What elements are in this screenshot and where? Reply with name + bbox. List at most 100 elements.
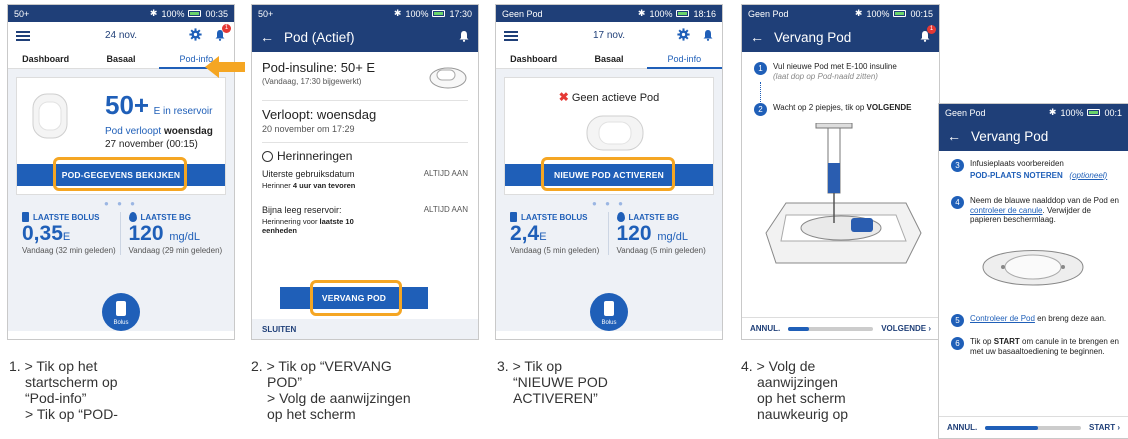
close-button[interactable]: SLUITEN — [252, 319, 478, 339]
caption-line: “NIEUWE POD — [513, 374, 608, 390]
start-label: START — [1089, 423, 1116, 432]
check-pod-link[interactable]: Controleer de Pod — [970, 314, 1035, 323]
status-time: 00:15 — [910, 8, 933, 19]
caption-line: POD” — [267, 374, 302, 390]
bolus-vial-icon — [510, 212, 517, 222]
check-cannula-link[interactable]: controleer de canule — [970, 206, 1043, 215]
tab-pod-info[interactable]: Pod-info — [646, 49, 722, 69]
alarm-clock-icon — [262, 150, 273, 162]
arrow-pointer-icon — [205, 56, 245, 78]
stats-row: LAATSTE BOLUS 2,4E Vandaag (5 min gelede… — [504, 212, 715, 256]
app-bar: ← Pod (Actief) — [252, 22, 478, 52]
next-button[interactable]: VOLGENDE › — [881, 324, 931, 333]
screen-replace-pod-step3: Geen Pod ✱ 100% 00:1 ← Vervang Pod 3 Infus… — [938, 103, 1128, 439]
no-pod-card: ✖ Geen actieve Pod NIEUWE POD ACTIVEREN — [504, 77, 714, 195]
last-bg-value: 120 — [616, 222, 652, 245]
caption-line: op het scherm — [267, 406, 356, 422]
page-title: Vervang Pod — [774, 29, 852, 45]
bolus-button[interactable]: Bolus — [590, 293, 628, 331]
status-left: 50+ — [258, 8, 274, 19]
notification-badge: 1 — [222, 23, 231, 33]
tab-basaal[interactable]: Basaal — [571, 49, 646, 69]
status-left: 50+ — [14, 8, 30, 19]
progress-bar — [985, 425, 1082, 430]
reminders-title: Herinneringen — [277, 149, 353, 163]
note-pod-site-button[interactable]: POD-PLAATS NOTEREN — [970, 171, 1063, 180]
step-number: 6 — [951, 336, 964, 350]
step-subtext: (laat dop op Pod-naald zitten) — [773, 71, 878, 81]
reminder-expiry[interactable]: Uiterste gebruiksdatum ALTIJD AAN Herinn… — [262, 169, 468, 199]
instruction-step-3: 3 Infusieplaats voorbereiden POD-PLAATS N… — [951, 159, 1122, 180]
no-pod-text: Geen actieve Pod — [571, 92, 660, 104]
bell-icon[interactable] — [458, 30, 470, 42]
tab-basaal[interactable]: Basaal — [83, 49, 158, 69]
last-bg-time: Vandaag (29 min geleden) — [128, 246, 223, 255]
bell-icon[interactable]: 1 — [919, 25, 936, 42]
error-x-icon: ✖ — [558, 90, 569, 104]
step-text: Wacht op 2 piepjes, tik op — [773, 103, 865, 113]
step-text: Neem de blauwe naalddop van de Pod en — [970, 196, 1119, 206]
reminder-expiry-sub: Herinner — [262, 181, 291, 190]
cancel-button[interactable]: ANNUL. — [947, 423, 977, 432]
start-button[interactable]: START › — [1089, 423, 1120, 432]
back-arrow-icon[interactable]: ← — [260, 29, 274, 45]
battery-percent: 100% — [649, 8, 673, 19]
caption-line: “Pod-info” — [25, 390, 87, 406]
bell-icon[interactable] — [702, 29, 714, 41]
screen-no-active-pod: Geen Pod ✱ 100% 18:16 17 nov. Dashboard Ba… — [495, 4, 723, 340]
blood-drop-icon — [128, 212, 137, 222]
back-arrow-icon[interactable]: ← — [750, 29, 764, 45]
syringe-pod-illustration — [765, 123, 922, 264]
cancel-button[interactable]: ANNUL. — [750, 324, 780, 333]
bolus-vial-icon — [116, 301, 126, 316]
bolus-vial-icon — [604, 301, 614, 316]
status-time: 00:35 — [205, 8, 228, 19]
last-bolus-unit: E — [539, 231, 547, 243]
last-bolus-value: 2,4 — [510, 222, 540, 245]
step-text: Vul nieuwe Pod met E-100 insuline — [773, 62, 897, 71]
status-time: 18:16 — [693, 8, 716, 19]
caption-step-1: 1. > Tik op het startscherm op “Pod-info… — [9, 358, 118, 422]
bluetooth-icon: ✱ — [393, 8, 402, 18]
page-title: Vervang Pod — [971, 128, 1049, 144]
bolus-vial-icon — [22, 212, 29, 222]
last-bolus-label: LAATSTE BOLUS — [521, 212, 588, 222]
back-arrow-icon[interactable]: ← — [947, 128, 961, 144]
status-left: Geen Pod — [945, 107, 986, 118]
last-bg-block: LAATSTE BG 120 mg/dL Vandaag (5 min gele… — [609, 212, 715, 255]
step-text: Infusieplaats voorbereiden — [970, 159, 1064, 168]
instruction-step-4: 4 Neem de blauwe naalddop van de Pod en … — [951, 196, 1122, 225]
reservoir-value: 50+ — [105, 90, 150, 120]
caption-line: startscherm op — [25, 374, 118, 390]
caption-line: > Volg de aanwijzingen — [267, 390, 411, 406]
tab-dashboard[interactable]: Dashboard — [8, 49, 83, 69]
caption-step-4: 4. > Volg de aanwijzingen op het scherm … — [741, 358, 848, 422]
last-bolus-value: 0,35 — [22, 222, 63, 245]
last-bolus-time: Vandaag (5 min geleden) — [510, 246, 600, 255]
screen-pod-active: 50+ ✱ 100% 17:30 ← Pod (Actief) Pod-insuli… — [251, 4, 479, 340]
wizard-footer: ANNUL. START › — [939, 416, 1128, 438]
tab-dashboard[interactable]: Dashboard — [496, 49, 571, 69]
pod-image — [32, 93, 68, 139]
instruction-step-1: 1 Vul nieuwe Pod met E-100 insuline (laat… — [754, 62, 931, 81]
chevron-right-icon: › — [1117, 423, 1120, 432]
status-left: Geen Pod — [502, 8, 543, 19]
pod-info-panel: ✖ Geen actieve Pod NIEUWE POD ACTIVEREN … — [496, 69, 722, 331]
caption-line: > Tik op “POD- — [25, 406, 118, 422]
bolus-button[interactable]: Bolus — [102, 293, 140, 331]
battery-icon — [893, 10, 907, 17]
battery-percent: 100% — [866, 8, 890, 19]
bell-icon[interactable]: 1 — [214, 23, 231, 41]
stats-row: LAATSTE BOLUS 0,35E Vandaag (32 min gele… — [16, 212, 226, 256]
caption-line: nauwkeurig op — [757, 406, 849, 422]
gear-icon[interactable] — [189, 28, 202, 41]
gear-icon[interactable] — [677, 28, 690, 41]
reminder-low-reservoir[interactable]: Bijna leeg reservoir: ALTIJD AAN Herinne… — [262, 205, 468, 239]
battery-icon — [188, 10, 202, 17]
expiry-day: woensdag — [163, 126, 213, 137]
status-time: 00:1 — [1104, 107, 1122, 118]
last-bolus-unit: E — [62, 231, 71, 243]
progress-fill — [788, 326, 810, 331]
status-bar: Geen Pod ✱ 100% 18:16 — [496, 5, 722, 22]
bluetooth-icon: ✱ — [149, 8, 158, 18]
